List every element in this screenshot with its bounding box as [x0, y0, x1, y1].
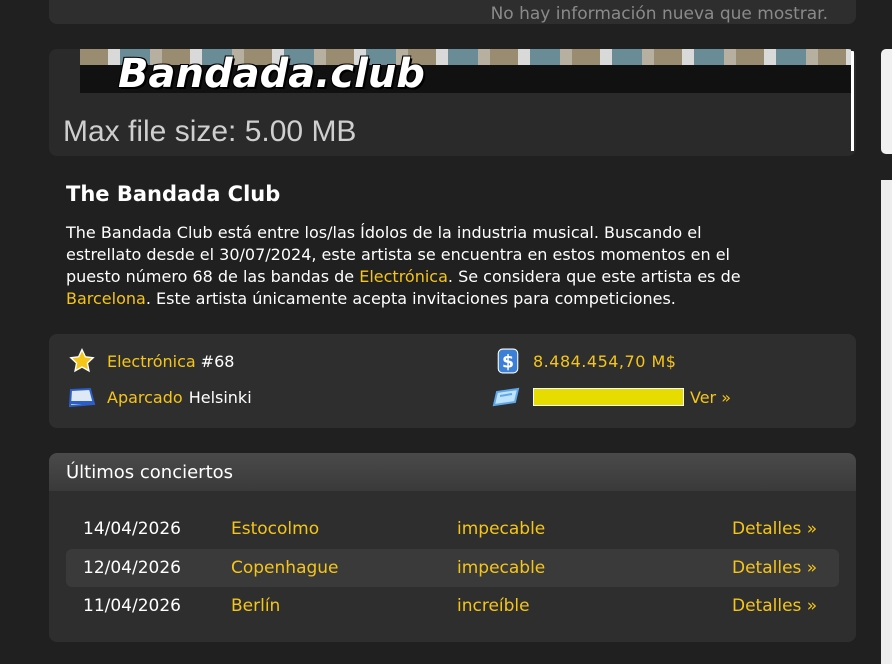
max-file-size-text: Max file size: 5.00 MB: [63, 115, 357, 148]
no-news-message: No hay información nueva que mostrar.: [490, 4, 828, 24]
band-name: The Bandada Club: [66, 182, 281, 206]
concert-city-link[interactable]: Estocolmo: [231, 519, 319, 539]
concerts-header: Últimos conciertos: [49, 453, 856, 491]
side-scrollbar-lower[interactable]: [881, 180, 892, 664]
truck-icon: [67, 384, 97, 410]
desc-line: puesto número 68 de las bandas de Electr…: [66, 266, 856, 288]
band-description: The Bandada Club está entre los/las Ídol…: [66, 222, 856, 310]
concert-rating: increíble: [457, 596, 530, 616]
side-scrollbar[interactable]: [881, 49, 892, 154]
desc-line: The Bandada Club está entre los/las Ídol…: [66, 223, 702, 242]
concerts-panel: Últimos conciertos 14/04/2026 Estocolmo …: [49, 453, 856, 642]
concert-date: 11/04/2026: [83, 596, 181, 616]
parked-city: Helsinki: [188, 387, 252, 407]
concert-row: 12/04/2026 Copenhague impecable Detalles…: [66, 549, 839, 587]
ticket-icon: [491, 384, 521, 410]
desc-text: . Este artista únicamente acepta invitac…: [145, 289, 676, 308]
desc-text: . Se considera que este artista es de: [447, 267, 741, 286]
desc-line: Barcelona. Este artista únicamente acept…: [66, 288, 856, 310]
svg-text:$: $: [502, 353, 514, 373]
dollar-icon: $: [495, 348, 521, 374]
desc-text: puesto número 68 de las bandas de: [66, 267, 360, 286]
banner-edge: [851, 51, 854, 151]
concerts-title: Últimos conciertos: [66, 462, 234, 483]
banner-image: Bandada.club: [80, 49, 851, 93]
band-banner: Bandada.club Max file size: 5.00 MB: [49, 49, 856, 156]
stats-panel: Electrónica #68 Aparcado Helsinki $ 8.48…: [49, 334, 856, 428]
concert-details-link[interactable]: Detalles »: [732, 558, 817, 578]
concert-row: 14/04/2026 Estocolmo impecable Detalles …: [66, 510, 839, 548]
money-value: 8.484.454,70 M$: [533, 351, 677, 371]
genre-stat-link[interactable]: Electrónica: [107, 352, 196, 371]
concert-row: 11/04/2026 Berlín increíble Detalles »: [66, 587, 839, 625]
concert-rating: impecable: [457, 558, 546, 578]
star-icon: [69, 348, 95, 374]
tour-progress-bar: [533, 388, 684, 406]
news-panel: No hay información nueva que mostrar.: [49, 0, 856, 24]
genre-stat: Electrónica #68: [69, 348, 234, 374]
location-stat: Aparcado Helsinki: [67, 384, 252, 410]
tour-stat: Ver »: [491, 384, 731, 410]
concert-city-link[interactable]: Berlín: [231, 596, 280, 616]
banner-logo: Bandada.club: [118, 51, 425, 93]
tour-details-link[interactable]: Ver »: [690, 388, 731, 407]
money-stat: $ 8.484.454,70 M$: [495, 348, 676, 374]
genre-rank: #68: [200, 351, 235, 371]
concert-details-link[interactable]: Detalles »: [732, 596, 817, 616]
parked-link[interactable]: Aparcado: [107, 388, 183, 407]
city-link[interactable]: Barcelona: [66, 289, 146, 308]
concert-rating: impecable: [457, 519, 546, 539]
concert-details-link[interactable]: Detalles »: [732, 519, 817, 539]
concert-city-link[interactable]: Copenhague: [231, 558, 339, 578]
desc-line: estrellato desde el 30/07/2024, este art…: [66, 245, 730, 264]
concert-date: 12/04/2026: [83, 558, 181, 578]
genre-link[interactable]: Electrónica: [359, 267, 448, 286]
concert-date: 14/04/2026: [83, 519, 181, 539]
